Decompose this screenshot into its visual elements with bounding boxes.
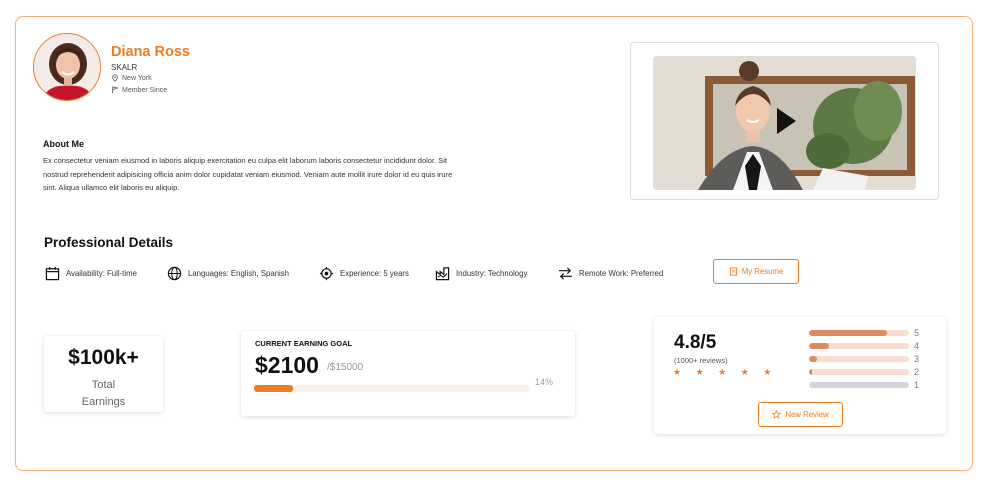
rating-bar-fill-5	[809, 330, 887, 336]
rating-bar-fill-3	[809, 356, 817, 362]
globe-icon	[167, 266, 182, 281]
industry-icon	[435, 267, 450, 281]
remote-text: Remote Work: Preferred	[579, 269, 664, 278]
new-review-button[interactable]: New Review	[758, 402, 843, 427]
calendar-icon	[45, 266, 60, 281]
total-earnings-label: Total Earnings	[44, 377, 163, 410]
rating-bar-label-3: 3	[913, 354, 919, 364]
total-earnings-label-line2: Earnings	[81, 395, 126, 408]
remote-item: Remote Work: Preferred	[558, 266, 663, 281]
rating-bar-label-2: 2	[913, 367, 919, 377]
about-heading: About Me	[43, 139, 84, 149]
earning-goal-progress-fill	[254, 385, 293, 392]
new-review-label: New Review	[785, 410, 829, 419]
earning-goal-heading: CURRENT EARNING GOAL	[255, 339, 353, 348]
rating-bar-1	[809, 382, 909, 388]
rating-bar-fill-4	[809, 343, 829, 349]
rating-bar-5	[809, 330, 909, 336]
location-row: New York	[111, 74, 152, 82]
rating-score: 4.8/5	[674, 332, 717, 353]
location-text: New York	[122, 74, 152, 82]
intro-video-frame	[630, 42, 939, 200]
industry-text: Industry: Technology	[456, 269, 528, 278]
rating-bar-row-3: 3	[809, 353, 919, 365]
languages-text: Languages: English, Spanish	[188, 269, 290, 278]
earning-goal-target: /$15000	[327, 362, 364, 373]
rating-card: 4.8/5 (1000+ reviews) ★ ★ ★ ★ ★ 5 4 3 2 1 Ne…	[654, 317, 946, 434]
about-text: Ex consectetur veniam eiusmod in laboris…	[43, 156, 453, 192]
earning-goal-card: CURRENT EARNING GOAL $2100 /$15000 14%	[241, 331, 575, 416]
professional-heading: Professional Details	[44, 235, 174, 250]
profile-card: Diana Ross SKALR New York Member Since A…	[15, 16, 973, 471]
star-icon	[772, 410, 782, 419]
profile-name: Diana Ross	[111, 44, 190, 60]
my-resume-label: My Resume	[741, 267, 784, 276]
availability-item: Availability: Full-time	[45, 266, 137, 281]
member-since-text: Member Since	[122, 86, 168, 94]
rating-bar-row-5: 5	[809, 327, 919, 339]
rating-bar-row-1: 1	[809, 379, 919, 391]
rating-bar-label-1: 1	[913, 380, 919, 390]
rating-bar-fill-2	[809, 369, 812, 375]
experience-icon	[319, 266, 334, 281]
avatar	[33, 33, 101, 101]
member-row: Member Since	[111, 86, 167, 94]
rating-bar-row-4: 4	[809, 340, 919, 352]
rating-stars: ★ ★ ★ ★ ★	[673, 367, 778, 377]
earning-goal-progress	[254, 385, 530, 392]
earning-goal-value: $2100	[255, 352, 319, 378]
my-resume-button[interactable]: My Resume	[713, 259, 799, 284]
company-name: SKALR	[111, 63, 138, 72]
avatar-image	[34, 34, 100, 100]
arrows-icon	[558, 267, 573, 280]
play-icon[interactable]	[777, 108, 796, 134]
flag-icon	[112, 86, 119, 94]
rating-bar-label-4: 4	[913, 341, 919, 351]
rating-count: (1000+ reviews)	[674, 356, 728, 365]
total-earnings-label-line1: Total	[91, 379, 116, 391]
rating-bar-row-2: 2	[809, 366, 919, 378]
intro-video[interactable]	[653, 56, 916, 190]
location-pin-icon	[112, 74, 118, 82]
total-earnings-value: $100k+	[68, 346, 139, 369]
availability-text: Availability: Full-time	[66, 269, 137, 278]
total-earnings-card: $100k+ Total Earnings	[44, 336, 163, 412]
experience-item: Experience: 5 years	[319, 266, 409, 281]
rating-bar-2	[809, 369, 909, 375]
document-icon	[729, 267, 737, 276]
rating-bar-label-5: 5	[913, 328, 919, 338]
languages-item: Languages: English, Spanish	[167, 266, 289, 281]
industry-item: Industry: Technology	[435, 266, 527, 281]
experience-text: Experience: 5 years	[340, 269, 409, 278]
earning-goal-percent: 14%	[535, 377, 554, 387]
rating-bar-4	[809, 343, 909, 349]
rating-bar-3	[809, 356, 909, 362]
